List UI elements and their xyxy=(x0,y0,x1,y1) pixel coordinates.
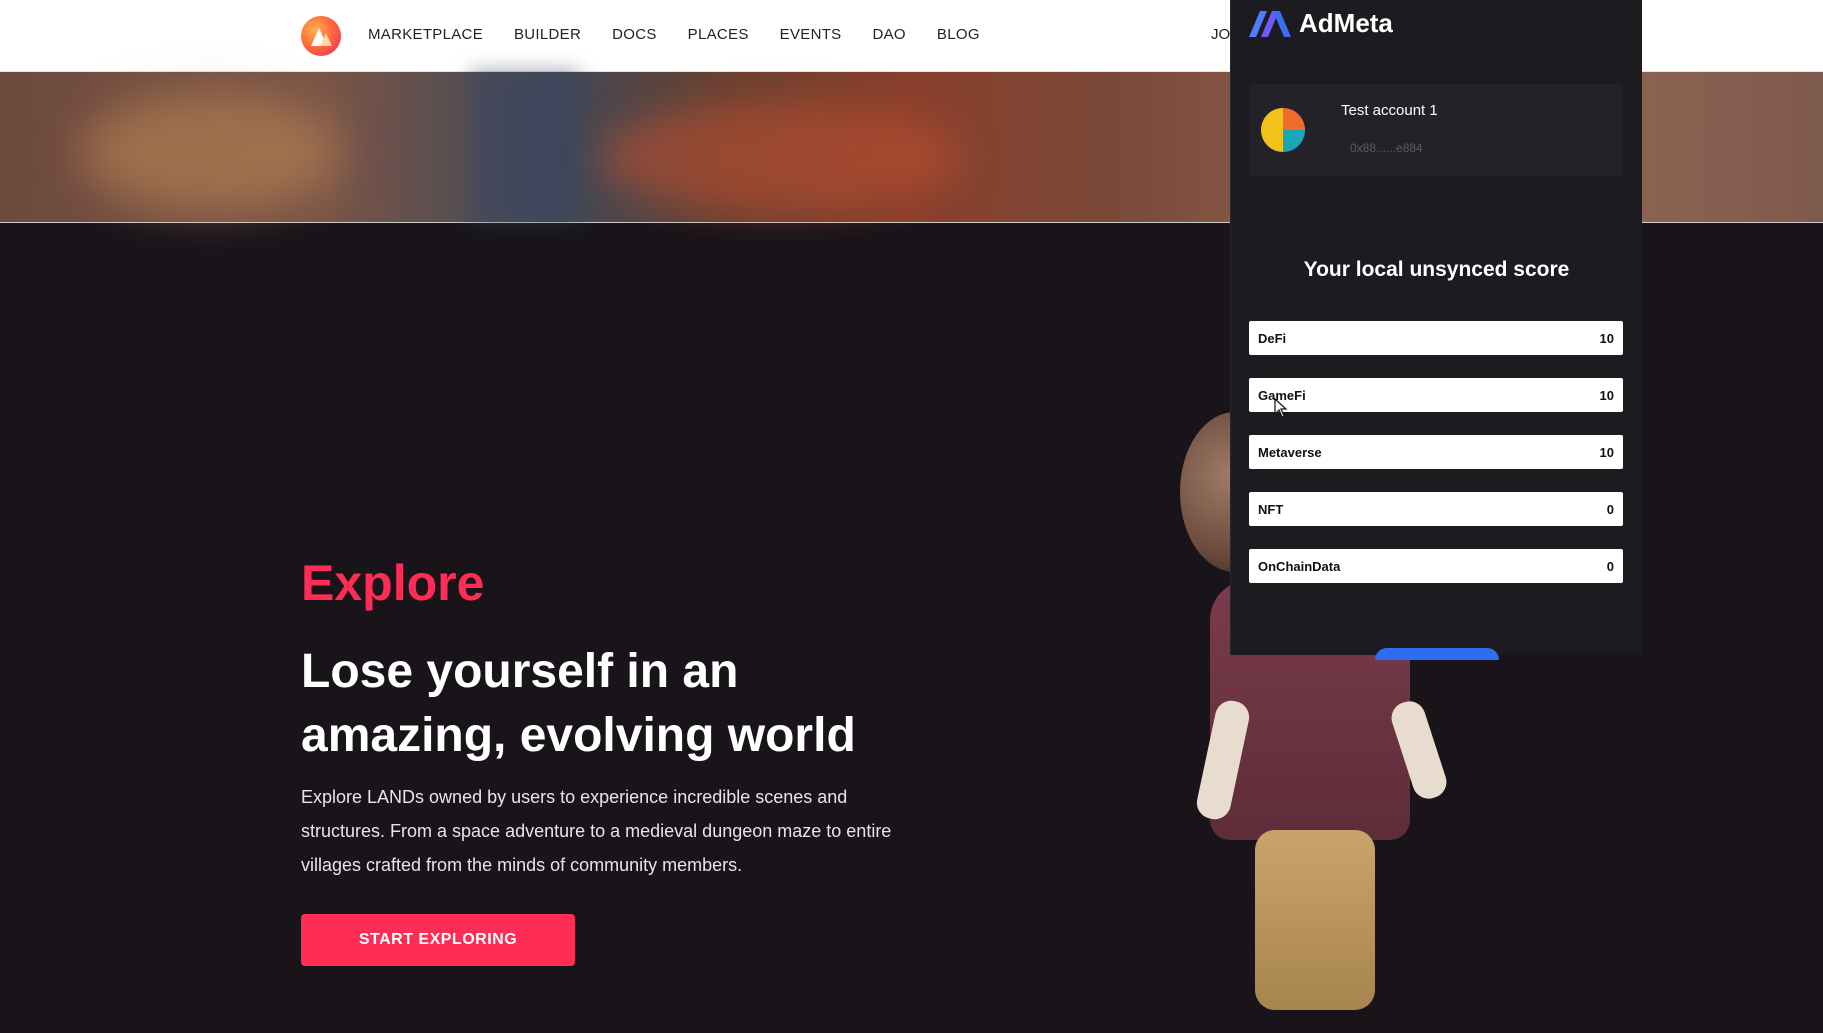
nav-item-events[interactable]: EVENTS xyxy=(780,26,842,43)
nav-item-docs[interactable]: DOCS xyxy=(612,26,657,43)
sync-score-button[interactable] xyxy=(1375,648,1499,660)
score-row-metaverse: Metaverse 10 xyxy=(1249,435,1623,469)
admeta-logo-icon xyxy=(1249,10,1291,37)
account-name: Test account 1 xyxy=(1341,102,1438,119)
nav-item-join-partial[interactable]: JO xyxy=(1211,26,1230,43)
nav-item-blog[interactable]: BLOG xyxy=(937,26,980,43)
admeta-extension-panel: AdMeta Test account 1 0x88......e884 You… xyxy=(1230,0,1642,660)
nav-links: MARKETPLACE BUILDER DOCS PLACES EVENTS D… xyxy=(368,26,980,43)
score-value: 0 xyxy=(1606,558,1614,574)
score-row-defi: DeFi 10 xyxy=(1249,321,1623,355)
section-title: Explore xyxy=(301,555,485,611)
nav-item-dao[interactable]: DAO xyxy=(873,26,906,43)
nav-item-places[interactable]: PLACES xyxy=(688,26,749,43)
score-row-gamefi: GameFi 10 xyxy=(1249,378,1623,412)
score-category: DeFi xyxy=(1258,330,1287,346)
decentraland-logo-icon[interactable] xyxy=(301,16,341,56)
hero-headline: Lose yourself in an amazing, evolving wo… xyxy=(301,645,856,762)
account-avatar-icon xyxy=(1261,108,1305,152)
score-value: 10 xyxy=(1599,330,1614,346)
extension-header: AdMeta xyxy=(1249,8,1393,39)
score-value: 10 xyxy=(1599,444,1614,460)
start-exploring-button[interactable]: START EXPLORING xyxy=(301,914,575,966)
score-category: Metaverse xyxy=(1258,444,1322,460)
mouse-pointer-icon xyxy=(1274,398,1288,418)
extension-brand: AdMeta xyxy=(1299,8,1393,38)
score-category: OnChainData xyxy=(1258,558,1341,574)
account-address: 0x88......e884 xyxy=(1350,141,1423,155)
score-row-onchaindata: OnChainData 0 xyxy=(1249,549,1623,583)
nav-item-marketplace[interactable]: MARKETPLACE xyxy=(368,26,483,43)
score-row-nft: NFT 0 xyxy=(1249,492,1623,526)
score-title: Your local unsynced score xyxy=(1303,258,1570,281)
hero-description: Explore LANDs owned by users to experien… xyxy=(301,787,892,875)
nav-item-builder[interactable]: BUILDER xyxy=(514,26,581,43)
account-card[interactable]: Test account 1 0x88......e884 xyxy=(1249,84,1623,176)
score-value: 10 xyxy=(1599,387,1614,403)
score-category: NFT xyxy=(1258,501,1284,517)
score-value: 0 xyxy=(1606,501,1614,517)
